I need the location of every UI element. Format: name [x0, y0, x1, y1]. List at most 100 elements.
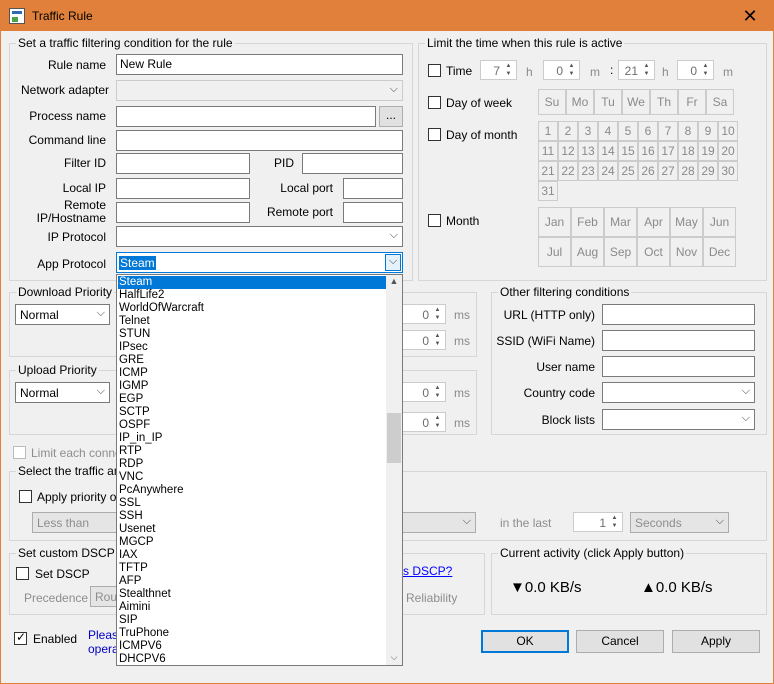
day-of-month-8[interactable]: 8	[678, 121, 698, 141]
day-of-month-31[interactable]: 31	[538, 181, 558, 201]
month-apr[interactable]: Apr	[637, 207, 670, 237]
month-aug[interactable]: Aug	[571, 237, 604, 267]
protocol-option[interactable]: IP_in_IP	[119, 432, 162, 445]
day-of-month-25[interactable]: 25	[618, 161, 638, 181]
remote-ip-input[interactable]	[116, 202, 250, 223]
protocol-option[interactable]: SSH	[119, 510, 143, 523]
day-of-month-15[interactable]: 15	[618, 141, 638, 161]
block-lists-select[interactable]: ⌵	[602, 409, 755, 430]
day-of-week-sa[interactable]: Sa	[706, 89, 734, 115]
day-of-week-mo[interactable]: Mo	[566, 89, 594, 115]
day-of-week-su[interactable]: Su	[538, 89, 566, 115]
upload-limit-spinner-2[interactable]: 0 ▲ ▼	[401, 412, 446, 432]
protocol-option[interactable]: Aimini	[119, 601, 150, 614]
month-checkbox[interactable]	[428, 214, 441, 227]
ip-protocol-select[interactable]: ⌵	[116, 226, 403, 247]
day-of-month-30[interactable]: 30	[718, 161, 738, 181]
pid-input[interactable]	[302, 153, 403, 174]
enabled-checkbox[interactable]	[14, 630, 27, 645]
protocol-option[interactable]: TFTP	[119, 562, 148, 575]
browse-button[interactable]: ...	[379, 106, 403, 127]
day-of-month-5[interactable]: 5	[618, 121, 638, 141]
protocol-option[interactable]: TruPhone	[119, 627, 169, 640]
day-of-week-fr[interactable]: Fr	[678, 89, 706, 115]
protocol-option[interactable]: EGP	[119, 393, 143, 406]
protocol-option[interactable]: GRE	[119, 354, 144, 367]
protocol-option[interactable]: Telnet	[119, 315, 150, 328]
month-feb[interactable]: Feb	[571, 207, 604, 237]
remote-port-input[interactable]	[343, 202, 403, 223]
month-nov[interactable]: Nov	[670, 237, 703, 267]
download-priority-select[interactable]: Normal ⌵	[15, 304, 110, 325]
apply-priority-only-checkbox[interactable]	[19, 490, 32, 503]
app-protocol-dropdown-list[interactable]: Steam HalfLife2 WorldOfWarcraft Telnet STUN I…	[116, 274, 403, 666]
month-sep[interactable]: Sep	[604, 237, 637, 267]
month-may[interactable]: May	[670, 207, 703, 237]
ok-button[interactable]: OK	[481, 630, 569, 653]
end-minute-spinner[interactable]: 0 ▲ ▼	[677, 60, 714, 80]
day-of-month-1[interactable]: 1	[538, 121, 558, 141]
day-of-week-checkbox[interactable]	[428, 96, 441, 109]
protocol-option[interactable]: IGMP	[119, 380, 148, 393]
protocol-option[interactable]: IAX	[119, 549, 138, 562]
scroll-up-icon[interactable]: ▲	[386, 276, 402, 286]
day-of-month-10[interactable]: 10	[718, 121, 738, 141]
start-minute-spinner[interactable]: 0 ▲ ▼	[543, 60, 580, 80]
day-of-month-19[interactable]: 19	[698, 141, 718, 161]
protocol-option[interactable]: ICMP	[119, 367, 148, 380]
day-of-month-24[interactable]: 24	[598, 161, 618, 181]
day-of-week-we[interactable]: We	[622, 89, 650, 115]
scroll-down-icon[interactable]: ⌵	[386, 652, 402, 663]
month-jan[interactable]: Jan	[538, 207, 571, 237]
day-of-month-11[interactable]: 11	[538, 141, 558, 161]
day-of-month-9[interactable]: 9	[698, 121, 718, 141]
limit-each-connection-checkbox[interactable]	[13, 446, 26, 459]
day-of-week-th[interactable]: Th	[650, 89, 678, 115]
day-of-month-18[interactable]: 18	[678, 141, 698, 161]
dropdown-scrollbar[interactable]: ▲ ⌵	[386, 275, 402, 665]
protocol-option[interactable]: VNC	[119, 471, 143, 484]
day-of-month-3[interactable]: 3	[578, 121, 598, 141]
period-select[interactable]: Seconds ⌵	[630, 512, 729, 533]
upload-limit-spinner-1[interactable]: 0 ▲ ▼	[401, 382, 446, 402]
day-of-month-28[interactable]: 28	[678, 161, 698, 181]
protocol-option[interactable]: WorldOfWarcraft	[119, 302, 204, 315]
day-of-month-21[interactable]: 21	[538, 161, 558, 181]
day-of-month-6[interactable]: 6	[638, 121, 658, 141]
day-of-month-23[interactable]: 23	[578, 161, 598, 181]
set-dscp-checkbox[interactable]	[16, 567, 29, 580]
protocol-option[interactable]: STUN	[119, 328, 150, 341]
day-of-month-checkbox[interactable]	[428, 128, 441, 141]
process-name-input[interactable]	[116, 106, 376, 127]
close-button[interactable]: ✕	[727, 1, 773, 31]
day-of-month-29[interactable]: 29	[698, 161, 718, 181]
month-mar[interactable]: Mar	[604, 207, 637, 237]
rule-name-input[interactable]: New Rule	[116, 54, 403, 75]
protocol-option[interactable]: PcAnywhere	[119, 484, 184, 497]
time-checkbox[interactable]	[428, 64, 441, 77]
country-code-select[interactable]: ⌵	[602, 382, 755, 403]
protocol-option[interactable]: MGCP	[119, 536, 154, 549]
day-of-month-12[interactable]: 12	[558, 141, 578, 161]
last-period-spinner[interactable]: 1 ▲ ▼	[573, 512, 623, 532]
cancel-button[interactable]: Cancel	[576, 630, 664, 653]
day-of-month-26[interactable]: 26	[638, 161, 658, 181]
protocol-option[interactable]: OSPF	[119, 419, 150, 432]
day-of-month-17[interactable]: 17	[658, 141, 678, 161]
month-jul[interactable]: Jul	[538, 237, 571, 267]
local-ip-input[interactable]	[116, 178, 250, 199]
protocol-option[interactable]: SIP	[119, 614, 138, 627]
month-oct[interactable]: Oct	[637, 237, 670, 267]
protocol-option[interactable]: IPsec	[119, 341, 148, 354]
day-of-month-2[interactable]: 2	[558, 121, 578, 141]
protocol-option[interactable]: SSL	[119, 497, 141, 510]
day-of-month-14[interactable]: 14	[598, 141, 618, 161]
apply-button[interactable]: Apply	[672, 630, 760, 653]
protocol-option[interactable]: AFP	[119, 575, 141, 588]
day-of-month-22[interactable]: 22	[558, 161, 578, 181]
protocol-option[interactable]: RTP	[119, 445, 142, 458]
url-input[interactable]	[602, 304, 755, 325]
month-dec[interactable]: Dec	[703, 237, 736, 267]
protocol-option[interactable]: SCTP	[119, 406, 150, 419]
day-of-month-16[interactable]: 16	[638, 141, 658, 161]
